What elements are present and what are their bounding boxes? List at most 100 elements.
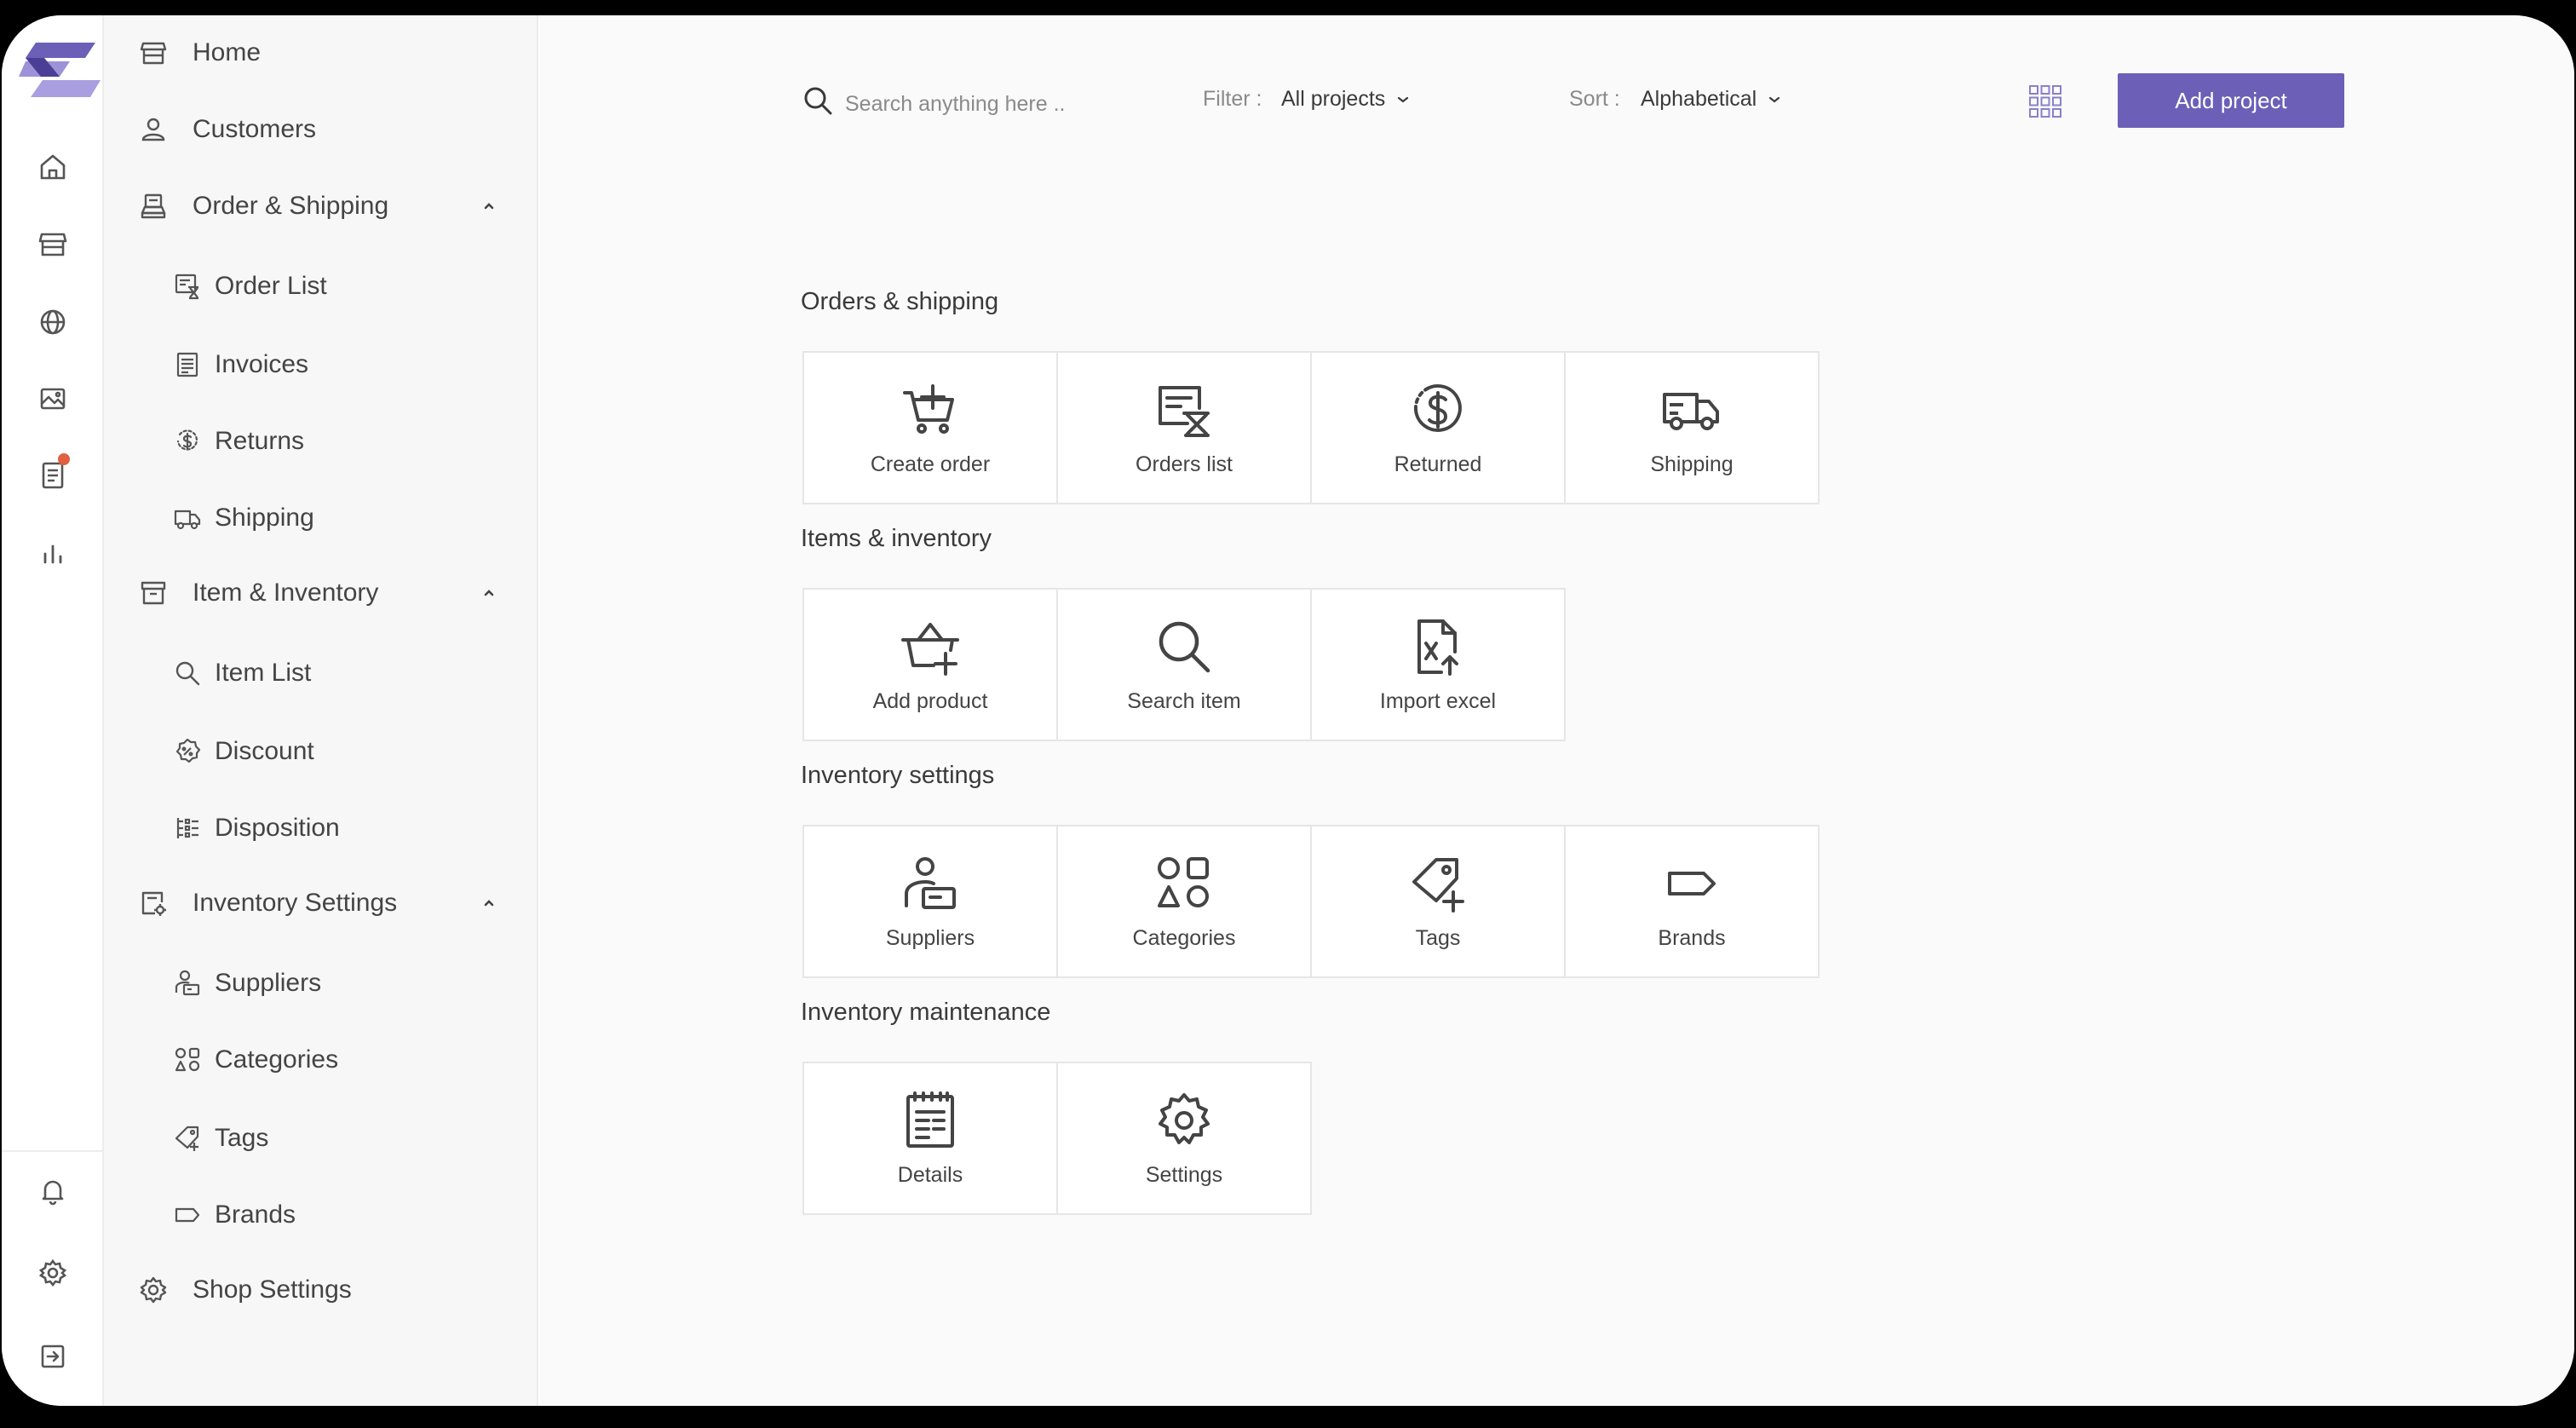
sidebar-item-item-inventory[interactable]: Item & Inventory [136, 571, 378, 615]
excel-import-icon [1407, 616, 1469, 677]
tile-label: Create order [870, 452, 991, 476]
sidebar-item-label: Order List [215, 272, 327, 300]
tile-label: Categories [1132, 925, 1236, 950]
app-window: Home Customers Order & Shipping Order Li… [2, 15, 2574, 1406]
sidebar-item-tags[interactable]: Tags [172, 1116, 268, 1160]
discount-icon [172, 736, 203, 767]
sidebar-item-label: Categories [215, 1045, 339, 1074]
chevron-down-icon [1398, 96, 1409, 102]
chevron-up-icon[interactable] [479, 583, 499, 603]
gear-icon[interactable] [36, 1256, 70, 1290]
gear-icon [136, 1273, 170, 1307]
tile-label: Brands [1658, 925, 1726, 950]
invoice-icon [172, 349, 203, 380]
sidebar-item-brands[interactable]: Brands [172, 1193, 296, 1237]
brand-icon [172, 1200, 203, 1230]
bell-icon[interactable] [36, 1174, 70, 1208]
notification-dot [58, 453, 70, 465]
store-icon[interactable] [36, 227, 70, 261]
person-icon [136, 112, 170, 147]
sidebar-item-returns[interactable]: Returns [172, 419, 304, 464]
add-project-button[interactable]: Add project [2118, 73, 2344, 128]
sidebar-item-label: Tags [215, 1124, 269, 1152]
sort-value: Alphabetical [1641, 87, 1757, 111]
tile-label: Shipping [1650, 452, 1734, 476]
chart-icon[interactable] [36, 537, 70, 571]
sidebar-item-discount[interactable]: Discount [172, 729, 314, 774]
sidebar-item-label: Item & Inventory [193, 579, 379, 607]
globe-icon[interactable] [36, 305, 70, 339]
chevron-up-icon[interactable] [479, 893, 499, 913]
tile-search-item[interactable]: Search item [1056, 588, 1312, 741]
section-title: Inventory maintenance [801, 999, 1051, 1026]
tile-returned[interactable]: Returned [1310, 351, 1566, 504]
sidebar-item-order-shipping[interactable]: Order & Shipping [136, 184, 388, 228]
sidebar-item-label: Invoices [215, 350, 309, 378]
gear-icon [1153, 1090, 1215, 1151]
tile-row-inventory-maintenance: Details Settings [802, 1062, 1312, 1215]
sidebar-item-disposition[interactable]: Disposition [172, 806, 340, 850]
sidebar-item-order-list[interactable]: Order List [172, 264, 327, 308]
register-icon [136, 189, 170, 223]
sidebar-item-label: Item List [215, 659, 312, 687]
filter-dropdown[interactable]: All projects [1281, 87, 1412, 112]
gallery-icon[interactable] [36, 382, 70, 416]
sort-dropdown[interactable]: Alphabetical [1641, 87, 1784, 112]
tag-icon [172, 1123, 203, 1154]
sidebar-item-item-list[interactable]: Item List [172, 651, 311, 695]
supplier-icon [900, 853, 961, 914]
sidebar-item-label: Order & Shipping [193, 192, 389, 220]
grid-view-icon[interactable] [2027, 83, 2063, 119]
sidebar-item-label: Shipping [215, 504, 314, 532]
sidebar-item-invoices[interactable]: Invoices [172, 343, 308, 387]
sidebar-item-inventory-settings[interactable]: Inventory Settings [136, 881, 397, 925]
tile-label: Settings [1145, 1162, 1223, 1187]
home-icon[interactable] [36, 150, 70, 184]
tile-orders-list[interactable]: Orders list [1056, 351, 1312, 504]
tile-shipping[interactable]: Shipping [1564, 351, 1820, 504]
tile-label: Add product [872, 688, 988, 713]
tile-label: Suppliers [885, 925, 975, 950]
sidebar-item-label: Returns [215, 427, 305, 455]
rail-divider [2, 1150, 104, 1152]
chevron-up-icon[interactable] [479, 196, 499, 216]
search-icon[interactable] [801, 83, 835, 118]
tile-label: Returned [1394, 452, 1482, 476]
sidebar-item-label: Brands [215, 1201, 296, 1229]
sidebar-item-categories[interactable]: Categories [172, 1038, 338, 1082]
sidebar-item-shipping[interactable]: Shipping [172, 496, 314, 540]
tag-add-icon [1407, 853, 1469, 914]
truck-icon [172, 503, 203, 533]
tile-tags[interactable]: Tags [1310, 825, 1566, 978]
disposition-icon [172, 813, 203, 844]
tile-import-excel[interactable]: Import excel [1310, 588, 1566, 741]
sidebar-item-label: Disposition [215, 814, 340, 842]
sidebar-item-suppliers[interactable]: Suppliers [172, 961, 321, 1005]
sidebar-item-label: Discount [215, 737, 314, 765]
order-list-icon [172, 271, 203, 302]
tile-label: Details [897, 1162, 963, 1187]
tile-suppliers[interactable]: Suppliers [802, 825, 1058, 978]
tile-brands[interactable]: Brands [1564, 825, 1820, 978]
tile-add-product[interactable]: Add product [802, 588, 1058, 741]
tile-label: Orders list [1136, 452, 1233, 476]
sidebar-item-home[interactable]: Home [136, 31, 261, 75]
tile-create-order[interactable]: Create order [802, 351, 1058, 504]
tile-categories[interactable]: Categories [1056, 825, 1312, 978]
sort-label: Sort : [1569, 87, 1620, 111]
logout-icon[interactable] [36, 1339, 70, 1373]
brand-icon [1661, 853, 1722, 914]
tile-details[interactable]: Details [802, 1062, 1058, 1215]
search-input[interactable] [845, 87, 1101, 121]
inventory-settings-icon [136, 886, 170, 920]
tile-label: Import excel [1379, 688, 1497, 713]
truck-icon [1661, 379, 1722, 440]
sidebar-item-label: Shop Settings [193, 1275, 352, 1304]
icon-rail [2, 15, 104, 1406]
tile-settings[interactable]: Settings [1056, 1062, 1312, 1215]
tile-label: Tags [1415, 925, 1461, 950]
sidebar-item-label: Home [193, 38, 262, 66]
section-title: Items & inventory [801, 525, 992, 552]
sidebar-item-shop-settings[interactable]: Shop Settings [136, 1268, 352, 1312]
sidebar-item-customers[interactable]: Customers [136, 107, 316, 152]
